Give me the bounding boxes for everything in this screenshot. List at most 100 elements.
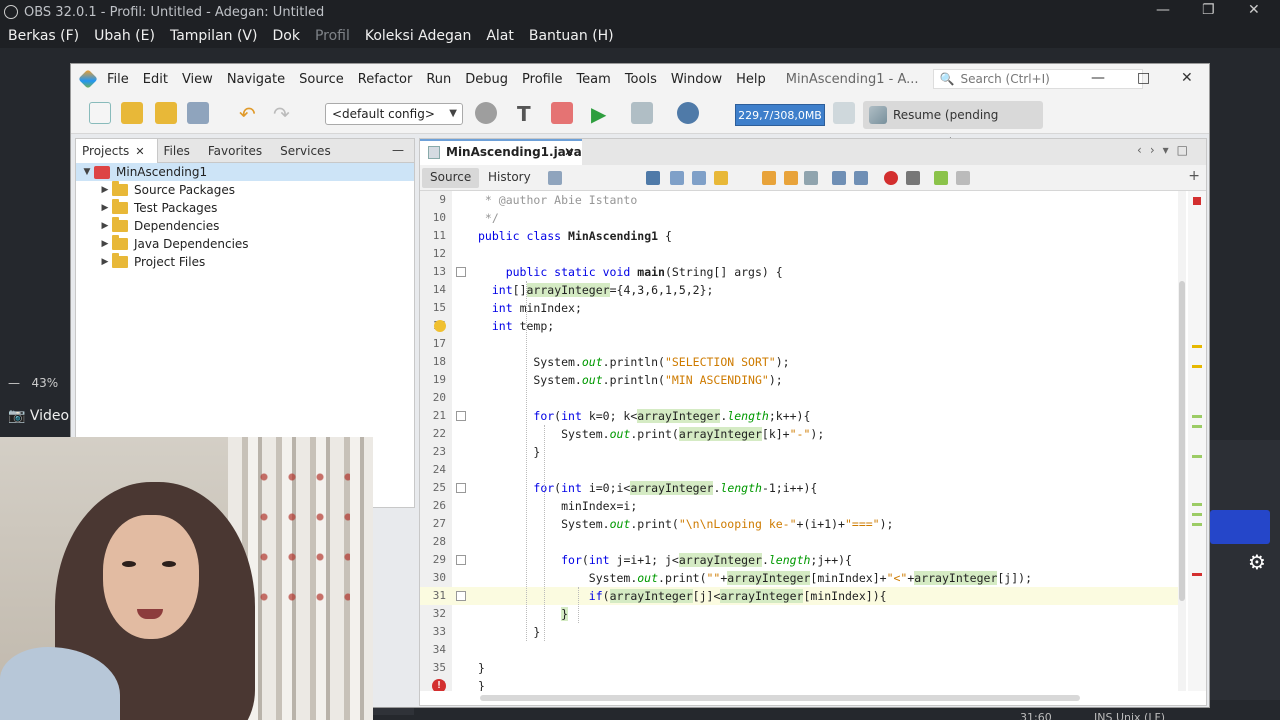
close-tab-icon[interactable]: ✕	[135, 145, 144, 158]
code-line[interactable]: 15 int minIndex;	[420, 299, 1180, 317]
close-tab-icon[interactable]: ✕	[564, 141, 574, 163]
expand-icon[interactable]: ▶	[98, 239, 112, 249]
warning-marker[interactable]	[1192, 345, 1202, 348]
build-hammer-icon[interactable]: T	[517, 102, 539, 126]
find-prev-icon[interactable]	[670, 171, 684, 185]
code-line[interactable]: 31 if(arrayInteger[j]<arrayInteger[minIn…	[420, 587, 1180, 605]
clean-build-icon[interactable]	[551, 102, 573, 124]
tab-services[interactable]: Services	[274, 139, 343, 163]
occurrence-marker[interactable]	[1192, 503, 1202, 506]
history-tab[interactable]: History	[488, 170, 531, 184]
prev-bookmark-icon[interactable]	[762, 171, 776, 185]
editor-horizontal-scrollbar[interactable]	[480, 695, 1080, 701]
occurrence-marker[interactable]	[1192, 455, 1202, 458]
tree-item[interactable]: ▶ Test Packages	[76, 199, 414, 217]
gc-icon[interactable]	[833, 102, 855, 124]
expand-icon[interactable]: ▶	[98, 185, 112, 195]
code-line[interactable]: 12	[420, 245, 1180, 263]
code-line[interactable]: 16 int temp;	[420, 317, 1180, 335]
config-select[interactable]: <default config> ▼	[325, 103, 463, 125]
menu-item-help[interactable]: Help	[736, 72, 766, 87]
code-line[interactable]: 36!}	[420, 677, 1180, 691]
scroll-thumb[interactable]	[1179, 281, 1185, 601]
obs-menu-item[interactable]: Tampilan (V)	[170, 28, 258, 44]
maximize-icon[interactable]: □	[1137, 70, 1150, 86]
error-marker[interactable]	[1192, 573, 1202, 576]
debug-icon[interactable]	[631, 102, 653, 124]
tree-item[interactable]: ▶ Java Dependencies	[76, 235, 414, 253]
undo-icon[interactable]: ↶	[239, 102, 261, 126]
menu-item-edit[interactable]: Edit	[143, 72, 168, 87]
profile-icon[interactable]	[677, 102, 699, 124]
gear-icon[interactable]: ⚙	[1248, 550, 1266, 574]
fold-toggle-icon[interactable]	[456, 267, 466, 277]
code-line[interactable]: 10 */	[420, 209, 1180, 227]
code-line[interactable]: 18 System.out.println("SELECTION SORT");	[420, 353, 1180, 371]
code-line[interactable]: 11 public class MinAscending1 {	[420, 227, 1180, 245]
obs-menu-item[interactable]: Alat	[486, 28, 514, 44]
menu-item-refactor[interactable]: Refactor	[358, 72, 413, 87]
occurrence-marker[interactable]	[1192, 425, 1202, 428]
menu-item-window[interactable]: Window	[671, 72, 722, 87]
code-line[interactable]: 24	[420, 461, 1180, 479]
menu-item-tools[interactable]: Tools	[625, 72, 657, 87]
obs-menu-item[interactable]: Ubah (E)	[94, 28, 155, 44]
code-line[interactable]: 17	[420, 335, 1180, 353]
shift-left-icon[interactable]	[832, 171, 846, 185]
code-line[interactable]: 27 System.out.print("\n\nLooping ke-"+(i…	[420, 515, 1180, 533]
error-marker[interactable]	[1193, 197, 1201, 205]
obs-menu-item[interactable]: Dok	[272, 28, 299, 44]
code-line[interactable]: 19 System.out.println("MIN ASCENDING");	[420, 371, 1180, 389]
warning-marker[interactable]	[1192, 365, 1202, 368]
code-line[interactable]: 14 int[]arrayInteger={4,3,6,1,5,2};	[420, 281, 1180, 299]
obs-menu-item[interactable]: Bantuan (H)	[529, 28, 614, 44]
expand-icon[interactable]: ▶	[98, 203, 112, 213]
obs-menu-item[interactable]: Profil	[315, 28, 350, 44]
code-line[interactable]: 9 * @author Abie Istanto	[420, 191, 1180, 209]
occurrence-marker[interactable]	[1192, 523, 1202, 526]
tree-item[interactable]: ▼ MinAscending1	[76, 163, 414, 181]
obs-menu-item[interactable]: Berkas (F)	[8, 28, 79, 44]
code-line[interactable]: 22 System.out.print(arrayInteger[k]+"-")…	[420, 425, 1180, 443]
record-macro-icon[interactable]	[884, 171, 898, 185]
run-icon[interactable]: ▶	[591, 102, 613, 126]
minimize-icon[interactable]: —	[1156, 2, 1170, 18]
menu-item-run[interactable]: Run	[426, 72, 451, 87]
menu-item-team[interactable]: Team	[576, 72, 610, 87]
uncomment-icon[interactable]	[956, 171, 970, 185]
obs-menu-item[interactable]: Koleksi Adegan	[365, 28, 471, 44]
restore-icon[interactable]: ❐	[1202, 2, 1215, 18]
code-line[interactable]: 29 for(int j=i+1; j<arrayInteger.length;…	[420, 551, 1180, 569]
minimize-icon[interactable]: —	[1091, 70, 1105, 86]
code-line[interactable]: 30 System.out.print(""+arrayInteger[minI…	[420, 569, 1180, 587]
menu-item-profile[interactable]: Profile	[522, 72, 562, 87]
tab-projects[interactable]: Projects ✕	[76, 139, 158, 163]
fold-toggle-icon[interactable]	[456, 411, 466, 421]
error-icon[interactable]: !	[432, 679, 446, 691]
menu-item-file[interactable]: File	[107, 72, 129, 87]
fold-toggle-icon[interactable]	[456, 555, 466, 565]
tab-navigation[interactable]: ‹›▾□	[1137, 143, 1196, 157]
tree-item[interactable]: ▶ Dependencies	[76, 217, 414, 235]
code-line[interactable]: 28	[420, 533, 1180, 551]
comment-icon[interactable]	[934, 171, 948, 185]
source-tab[interactable]: Source	[422, 168, 480, 188]
tab-minascending1-java[interactable]: MinAscending1.java ✕	[420, 139, 582, 165]
code-editor[interactable]: 9 * @author Abie Istanto 10 */11 public cl…	[420, 191, 1180, 691]
occurrence-marker[interactable]	[1192, 415, 1202, 418]
code-line[interactable]: 33 }	[420, 623, 1180, 641]
new-project-icon[interactable]	[121, 102, 143, 124]
close-icon[interactable]: ✕	[1181, 70, 1193, 86]
search-input[interactable]: 🔍 Search (Ctrl+I)	[932, 69, 1143, 89]
menu-item-view[interactable]: View	[182, 72, 213, 87]
next-bookmark-icon[interactable]	[784, 171, 798, 185]
expand-icon[interactable]: ▼	[80, 167, 94, 177]
code-line[interactable]: 23 }	[420, 443, 1180, 461]
hint-bulb-icon[interactable]	[434, 320, 446, 332]
memory-indicator[interactable]: 229,7/308,0MB	[735, 104, 825, 126]
expand-icon[interactable]: ▶	[98, 257, 112, 267]
expand-icon[interactable]: ▶	[98, 221, 112, 231]
tab-favorites[interactable]: Favorites	[202, 139, 274, 163]
code-line[interactable]: 13 public static void main(String[] args…	[420, 263, 1180, 281]
toggle-highlight-icon[interactable]	[714, 171, 728, 185]
